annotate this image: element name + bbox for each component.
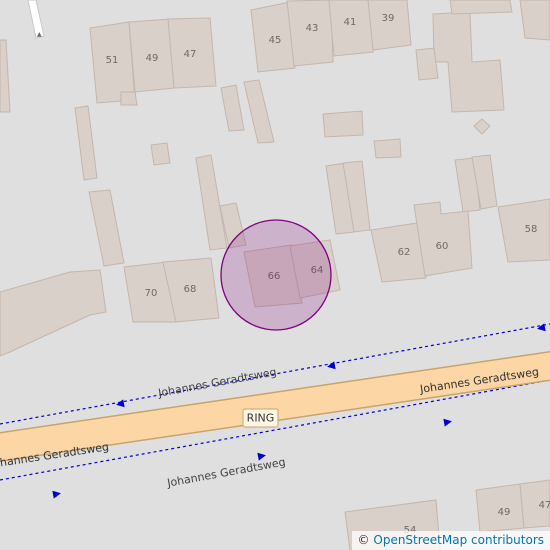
oneway-arrow-icon: ▲ xyxy=(37,31,42,38)
house-number: 49 xyxy=(146,53,159,64)
house-number: 45 xyxy=(269,35,282,46)
house-number: 41 xyxy=(344,17,357,28)
house-number: 49 xyxy=(498,507,511,518)
map-canvas[interactable]: ▲ Johannes Geradtsweg Johannes Geradtswe… xyxy=(0,0,550,550)
house-number: 58 xyxy=(525,224,538,235)
house-number: 43 xyxy=(306,23,319,34)
highlight-circle-marker[interactable] xyxy=(220,219,332,331)
house-number: 60 xyxy=(436,241,449,252)
house-number: 47 xyxy=(539,500,550,511)
house-number: 68 xyxy=(184,284,197,295)
house-number: 51 xyxy=(106,55,119,66)
ring-badge: RING xyxy=(242,408,279,428)
osm-contributors-link[interactable]: OpenStreetMap contributors xyxy=(373,533,544,547)
map-attribution: © OpenStreetMap contributors xyxy=(351,531,550,550)
house-number: 39 xyxy=(382,13,395,24)
copyright-symbol: © xyxy=(357,533,370,547)
ring-badge-label: RING xyxy=(247,412,275,425)
house-number: 47 xyxy=(184,49,197,60)
house-number: 70 xyxy=(145,288,158,299)
house-number: 62 xyxy=(398,247,411,258)
